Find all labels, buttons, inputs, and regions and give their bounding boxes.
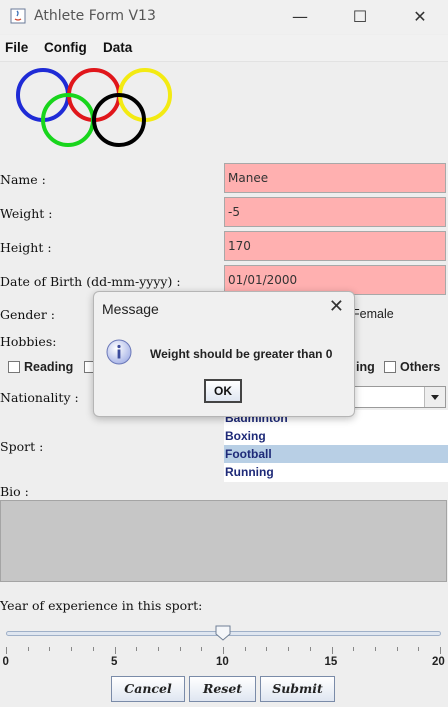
close-icon[interactable]: ✕ [406,6,434,28]
title-bar: Athlete Form V13 — ☐ ✕ [0,0,448,34]
gender-label: Gender : [0,307,55,322]
weight-field[interactable]: -5 [224,197,446,227]
slider-tick-label: 0 [2,656,9,668]
info-icon [106,339,132,365]
chevron-down-icon[interactable] [424,387,445,407]
slider-tick [114,647,116,654]
slider-tick [71,647,73,651]
reset-button[interactable]: Reset [189,676,256,702]
slider-tick-label: 5 [111,656,118,668]
experience-slider-thumb[interactable] [215,625,231,641]
bio-textarea[interactable] [0,500,447,582]
list-item[interactable]: Boxing [224,427,448,445]
sport-list[interactable]: Badminton Boxing Football Running [224,410,448,482]
menu-config[interactable]: Config [44,40,87,55]
list-item-selected[interactable]: Football [224,445,448,463]
olympic-rings-logo [16,68,172,147]
slider-tick [374,647,376,651]
others-checkbox[interactable] [384,361,396,373]
slider-tick-label: 15 [324,656,338,668]
minimize-icon[interactable]: — [286,6,314,28]
name-label: Name : [0,172,46,187]
slider-tick [440,647,441,654]
experience-label: Year of experience in this sport: [0,598,203,613]
slider-tick [92,647,94,651]
slider-tick [179,647,181,651]
menu-data[interactable]: Data [103,40,132,55]
slider-tick [157,647,159,651]
slider-tick [396,647,398,651]
slider-tick [418,647,420,651]
slider-tick [244,647,246,651]
height-field[interactable]: 170 [224,231,446,261]
slider-tick [27,647,29,651]
menu-file[interactable]: File [5,40,28,55]
sport-label: Sport : [0,439,44,454]
slider-tick-label: 10 [216,656,229,668]
message-dialog: Message ✕ Weight should be greater than … [93,291,355,417]
dialog-message: Weight should be greater than 0 [150,347,333,361]
nationality-label: Nationality : [0,390,79,405]
hobbies-label: Hobbies: [0,334,57,349]
reading-checkbox[interactable] [8,361,20,373]
name-field[interactable]: Manee [224,163,446,193]
dialog-title: Message [102,301,159,317]
weight-label: Weight : [0,206,53,221]
bio-label: Bio : [0,484,29,499]
slider-tick [309,647,311,651]
slider-tick [288,647,290,651]
hobby-partial-label: ing [356,360,375,374]
gender-female-option[interactable]: Female [352,307,394,321]
slider-tick [136,647,138,651]
maximize-icon[interactable]: ☐ [346,6,374,28]
slider-tick [49,647,51,651]
slider-tick [331,647,333,654]
ok-button[interactable]: OK [204,379,242,403]
close-icon[interactable]: ✕ [329,296,344,317]
slider-tick [6,647,7,654]
java-app-icon [10,8,26,24]
others-label: Others [400,360,441,374]
list-item[interactable]: Running [224,463,448,481]
slider-tick [353,647,355,651]
reading-label: Reading [24,360,74,374]
slider-tick [223,647,224,654]
dob-label: Date of Birth (dd-mm-yyyy) : [0,274,181,289]
window-title: Athlete Form V13 [34,8,156,24]
cancel-button[interactable]: Cancel [111,676,185,702]
height-label: Height : [0,240,52,255]
slider-tick-label: 20 [432,656,445,668]
menu-bar: File Config Data [0,35,448,62]
slider-tick [201,647,203,651]
slider-tick [266,647,268,651]
submit-button[interactable]: Submit [260,676,335,702]
